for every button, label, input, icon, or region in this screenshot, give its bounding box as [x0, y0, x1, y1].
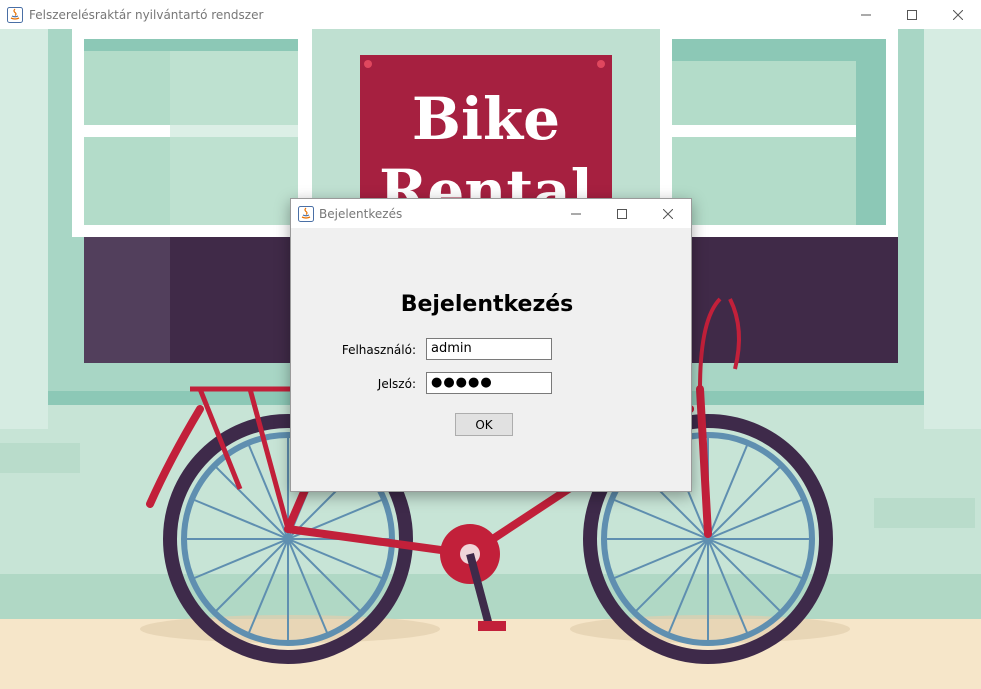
- username-label: Felhasználó:: [341, 343, 416, 357]
- main-titlebar: Felszerelésraktár nyilvántartó rendszer: [0, 0, 981, 29]
- ok-button[interactable]: OK: [455, 413, 513, 436]
- dialog-heading: Bejelentkezés: [400, 292, 574, 317]
- java-icon: [7, 6, 23, 23]
- minimize-button[interactable]: [843, 0, 889, 29]
- dialog-titlebar: Bejelentkezés: [291, 199, 691, 228]
- maximize-icon: [907, 9, 917, 20]
- password-field[interactable]: ●●●●●: [426, 372, 552, 394]
- login-dialog: Bejelentkezés Bejelentkezés Felhasználó:…: [290, 198, 692, 492]
- dialog-maximize-button[interactable]: [599, 199, 645, 228]
- sign-text-line1: Bike: [412, 85, 560, 153]
- main-window-controls: [843, 0, 981, 29]
- dialog-title: Bejelentkezés: [319, 206, 403, 221]
- dialog-close-button[interactable]: [645, 199, 691, 228]
- java-icon: [298, 205, 314, 222]
- minimize-icon: [861, 14, 871, 15]
- close-icon: [953, 9, 963, 20]
- password-label: Jelszó:: [377, 377, 416, 391]
- username-field[interactable]: admin: [426, 338, 552, 360]
- main-window-title: Felszerelésraktár nyilvántartó rendszer: [29, 7, 264, 22]
- dialog-minimize-button[interactable]: [553, 199, 599, 228]
- dialog-window-controls: [553, 199, 691, 228]
- close-icon: [663, 208, 673, 219]
- close-button[interactable]: [935, 0, 981, 29]
- maximize-button[interactable]: [889, 0, 935, 29]
- maximize-icon: [617, 208, 627, 219]
- minimize-icon: [571, 213, 581, 214]
